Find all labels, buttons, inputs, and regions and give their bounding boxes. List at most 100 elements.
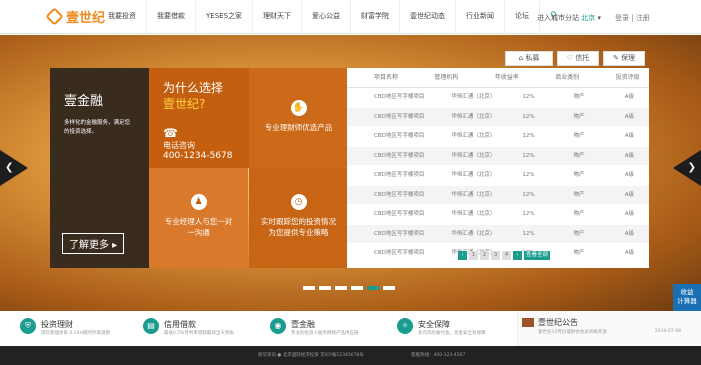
table-cell: A级 [624,94,635,100]
table-cell: 物产 [573,191,585,198]
table-row[interactable]: CBD地区写字楼项目 华恒汇通（北京） 12% 物产 A级 [347,185,649,205]
why-panel: 为什么选择 壹世纪? ☎ 电话咨询 400-1234-5678 [149,68,249,168]
panel-title: 壹金融 [64,94,104,109]
table-cell: 物产 [573,113,585,120]
table-cell: 12% [522,172,535,178]
table-cell: A级 [624,113,635,120]
book-icon [522,318,534,327]
table-row[interactable]: CBD地区写字楼项目 华恒汇通（北京） 12% 物产 A级 [347,166,649,186]
city-selector[interactable]: 进入城市分站 北京 ▾ [537,13,601,23]
table-cell: 物产 [573,152,585,159]
yield-calculator-button[interactable]: 收益 计算器 [673,284,701,311]
table-row[interactable]: CBD地区写字楼项目 华恒汇通（北京） 12% 物产 A级 [347,224,649,244]
house-icon: ⌂ [518,54,524,62]
table-cell: 12% [522,230,535,237]
product-tabs: ⌂ 私募 ♡ 信托 ✎ 保理 [505,51,645,66]
phone-number: 400-1234-5678 [163,151,233,161]
intro-panel: 壹金融 多样化的金融服务，满足您的投资选择。 了解更多 ▸ [50,68,149,268]
site-footer: 新华资讯 ● 北京国际经济投资 京ICP备12345678号 客服热线：400-… [0,346,701,365]
nav-item[interactable]: 壹世纪动态 [400,0,457,34]
table-cell: CBD地区写字楼项目 [374,230,425,237]
page-1[interactable]: 1 [469,251,478,260]
table-cell: A级 [624,133,635,139]
column-header: 年收益率 [494,74,519,81]
login-links[interactable]: 登录 | 注册 [615,13,650,23]
page-prev[interactable]: ‹ [458,251,467,260]
heart-icon: ♡ [566,54,574,62]
feature-cell-tracking: ◷ 实时跟踪您的投资情况为您提供专业策略 [249,168,348,268]
learn-more-button[interactable]: 了解更多 ▸ [62,233,125,254]
page-2[interactable]: 2 [480,251,489,260]
table-cell: 华恒汇通（北京） [451,152,496,159]
table-row[interactable]: CBD地区写字楼项目 华恒汇通（北京） 12% 物产 A级 [347,146,649,166]
table-cell: CBD地区写字楼项目 [374,152,425,159]
nav-item[interactable]: 行业新闻 [456,0,506,34]
feature-loan[interactable]: ▤ 信用借款 最低0.5%月利率借款最快当天到账 [143,311,270,346]
feature-security[interactable]: ✧ 安全保障 多元风险备付金，资金安全有保障 [397,311,524,346]
feature-finance[interactable]: ◉ 壹金融 专业的投资人服务网络产品供应链 [270,311,397,346]
tab-trust[interactable]: ♡ 信托 [557,51,599,66]
table-cell: A级 [624,230,635,237]
table-row[interactable]: CBD地区写字楼项目 华恒汇通（北京） 12% 物产 A级 [347,127,649,147]
nav-item[interactable]: 我要投资 [98,0,147,34]
carousel-dots [303,286,395,290]
table-cell: 华恒汇通（北京） [451,230,496,237]
table-cell: A级 [624,152,635,159]
logo[interactable]: 壹世纪 [45,7,105,26]
column-header: 管理机构 [434,74,459,81]
chevron-down-icon: ▾ [597,14,601,22]
table-cell: 物产 [573,94,585,100]
page-next[interactable]: › [513,251,522,260]
tab-private-equity[interactable]: ⌂ 私募 [505,51,553,66]
nav-item[interactable]: 论坛 [505,0,541,34]
chevron-left-icon: ❮ [5,162,14,173]
page-4[interactable]: 4 [502,251,511,260]
carousel-dot[interactable] [383,286,395,290]
announcement[interactable]: 壹世纪公告 壹世纪10月份理财会会员资格开放 2014-07-08 [517,311,701,346]
chevron-right-icon: ❯ [687,162,696,173]
table-cell: 物产 [573,230,585,237]
card-icon: ▤ [143,318,159,334]
carousel-dot[interactable] [351,286,363,290]
coin-icon: ◉ [270,318,286,334]
main-nav: 我要投资 我要借款 YESES之家 理财天下 爱心公益 财富学院 壹世纪动态 行… [98,0,567,34]
nav-item[interactable]: YESES之家 [196,0,254,34]
carousel-dot[interactable] [335,286,347,290]
table-cell: 12% [522,191,535,198]
table-cell: 12% [522,152,535,159]
feature-cell-manager: ♟ 专业经理人与您一对一沟通 [149,168,248,268]
pagination: ‹ 1 2 3 4 › 查看全部 [458,251,550,260]
feature-invest[interactable]: ⛨ 投资理财 风险管理体系 0-24H随时存取透明 [20,311,147,346]
nav-item[interactable]: 财富学院 [351,0,401,34]
person-icon: ♟ [190,194,207,210]
column-header: 商业类别 [555,74,580,81]
table-cell: 12% [522,133,535,139]
table-cell: 华恒汇通（北京） [451,191,496,198]
table-header: 项目名称 管理机构 年收益率 商业类别 投资评级 [347,68,649,88]
table-cell: A级 [624,172,635,178]
table-cell: 12% [522,211,535,217]
carousel-dot[interactable] [319,286,331,290]
carousel-dot-active[interactable] [367,286,379,290]
product-table: 项目名称 管理机构 年收益率 商业类别 投资评级 CBD地区写字楼项目 华恒汇通（北京） 12… [347,68,649,268]
page-3[interactable]: 3 [491,251,500,260]
table-cell: CBD地区写字楼项目 [374,250,425,256]
advisor-icon: ✋ [290,100,307,116]
table-cell: 华恒汇通（北京） [451,133,496,139]
table-row[interactable]: CBD地区写字楼项目 华恒汇通（北京） 12% 物产 A级 [347,88,649,108]
tab-factoring[interactable]: ✎ 保理 [603,51,645,66]
table-row[interactable]: CBD地区写字楼项目 华恒汇通（北京） 12% 物产 A级 [347,205,649,225]
table-cell: 物产 [573,250,585,256]
table-cell: CBD地区写字楼项目 [374,191,425,198]
nav-item[interactable]: 理财天下 [253,0,303,34]
shield-icon: ⛨ [20,318,36,334]
table-row[interactable]: CBD地区写字楼项目 华恒汇通（北京） 12% 物产 A级 [347,107,649,127]
table-cell: A级 [624,250,635,256]
logo-icon [45,7,64,26]
nav-item[interactable]: 我要借款 [147,0,196,34]
table-cell: 12% [522,113,535,120]
table-cell: CBD地区写字楼项目 [374,211,425,217]
nav-item[interactable]: 爱心公益 [302,0,352,34]
view-all-button[interactable]: 查看全部 [524,251,550,260]
carousel-dot[interactable] [303,286,315,290]
